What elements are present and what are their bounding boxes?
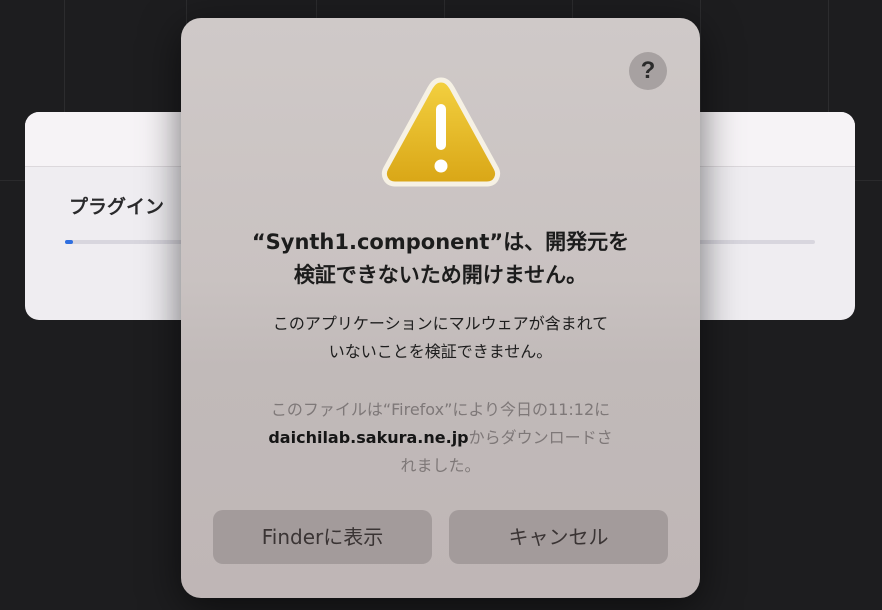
alert-message-line: このアプリケーションにマルウェアが含まれて	[272, 314, 609, 333]
download-info-line: daichilab.sakura.ne.jpからダウンロードさ	[201, 424, 680, 452]
alert-title: “Synth1.component”は、開発元を 検証できないため開けません。	[201, 226, 680, 292]
plugin-scan-label: プラグイン	[69, 196, 165, 218]
alert-title-line: 検証できないため開けません。	[293, 263, 588, 287]
help-button[interactable]: ?	[629, 52, 667, 90]
alert-title-line: “Synth1.component”は、開発元を	[251, 230, 630, 254]
progress-fill	[65, 240, 73, 244]
show-in-finder-button[interactable]: Finderに表示	[213, 510, 432, 564]
download-info-line: このファイルは“Firefox”により今日の11:12に	[270, 400, 611, 419]
download-info-line: れました。	[400, 456, 481, 475]
download-domain: daichilab.sakura.ne.jp	[268, 428, 469, 447]
download-info-suffix: からダウンロードさ	[468, 428, 613, 447]
gatekeeper-alert-dialog: ? “Synth1.component”は、開発元を 検証できないため開けません…	[181, 18, 700, 598]
alert-message: このアプリケーションにマルウェアが含まれて いないことを検証できません。	[201, 310, 680, 366]
download-info: このファイルは“Firefox”により今日の11:12に daichilab.s…	[201, 396, 680, 480]
alert-message-line: いないことを検証できません。	[328, 342, 553, 361]
cancel-button[interactable]: キャンセル	[449, 510, 668, 564]
warning-triangle-icon	[381, 77, 501, 187]
